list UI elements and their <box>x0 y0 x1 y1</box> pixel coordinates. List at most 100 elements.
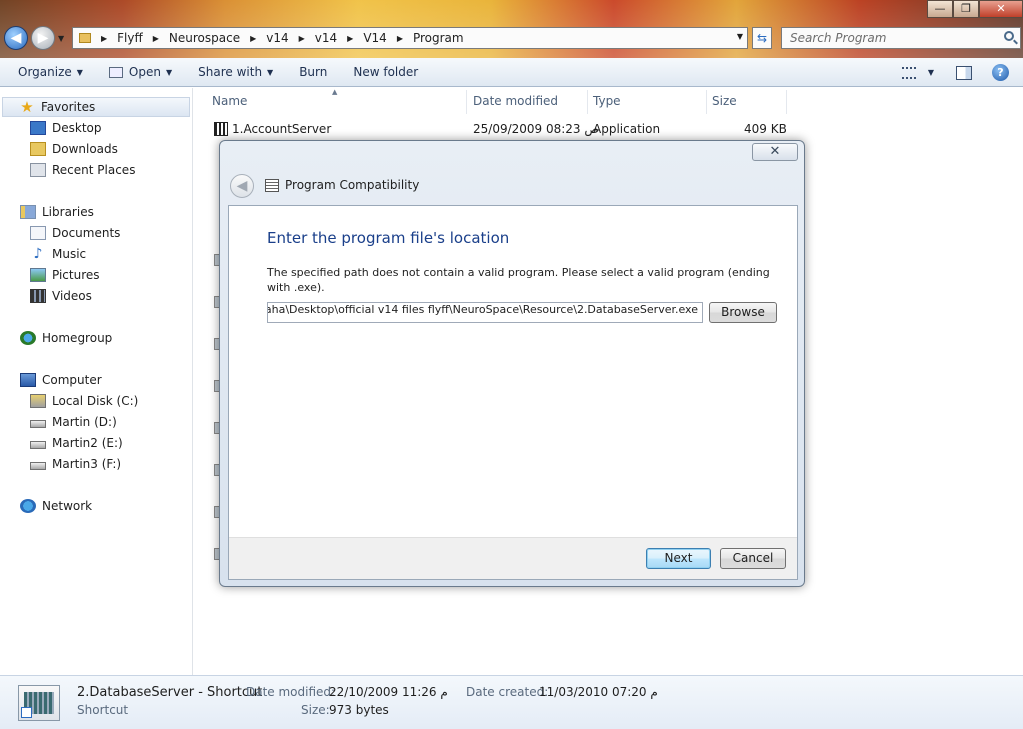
nav-favorites[interactable]: ★ Favorites <box>2 97 190 117</box>
window-controls: — ❐ ✕ <box>927 0 1023 18</box>
program-path-input[interactable]: \Taha\Desktop\official v14 files flyff\N… <box>267 302 703 323</box>
maximize-button[interactable]: ❐ <box>953 0 979 18</box>
nav-homegroup[interactable]: Homegroup <box>20 328 112 348</box>
nav-martin-d[interactable]: Martin (D:) <box>30 412 117 432</box>
new-folder-button[interactable]: New folder <box>353 65 418 79</box>
column-divider[interactable] <box>706 90 707 114</box>
drive-icon <box>30 462 46 470</box>
burn-button[interactable]: Burn <box>299 65 327 79</box>
dialog-close-button[interactable]: ✕ <box>752 143 798 161</box>
column-header-name[interactable]: Name <box>212 94 247 108</box>
organize-menu[interactable]: Organize ▼ <box>18 65 83 79</box>
file-row[interactable]: 1.AccountServer 25/09/2009 08:23 ص Appli… <box>210 120 810 140</box>
chevron-down-icon[interactable]: ▼ <box>928 68 934 77</box>
help-icon[interactable]: ? <box>992 64 1009 81</box>
chevron-right-icon[interactable]: ▶ <box>397 34 403 43</box>
address-dropdown-icon[interactable]: ▼ <box>737 32 743 41</box>
chevron-right-icon[interactable]: ▶ <box>250 34 256 43</box>
nav-network[interactable]: Network <box>20 496 92 516</box>
browse-button[interactable]: Browse <box>709 302 777 323</box>
preview-pane-icon[interactable] <box>956 65 972 80</box>
program-compatibility-dialog: ✕ ◀ Program Compatibility Enter the prog… <box>219 140 805 587</box>
file-date-modified: 25/09/2009 08:23 ص <box>473 122 599 136</box>
chevron-right-icon[interactable]: ▶ <box>299 34 305 43</box>
nav-local-disk-label: Local Disk (C:) <box>52 394 139 408</box>
nav-favorites-label: Favorites <box>41 100 96 114</box>
address-bar[interactable]: ▶ Flyff ▶ Neurospace ▶ v14 ▶ v14 ▶ V14 ▶… <box>72 27 748 49</box>
local-disk-icon <box>30 394 46 408</box>
nav-desktop[interactable]: Desktop <box>30 118 102 138</box>
recent-pages-dropdown[interactable]: ▼ <box>58 34 64 43</box>
organize-label: Organize <box>18 65 72 79</box>
desktop-icon <box>30 121 46 135</box>
column-header-size[interactable]: Size <box>712 94 737 108</box>
nav-videos[interactable]: Videos <box>30 286 92 306</box>
nav-libraries[interactable]: Libraries <box>20 202 94 222</box>
cancel-button[interactable]: Cancel <box>720 548 786 569</box>
nav-martin-d-label: Martin (D:) <box>52 415 117 429</box>
breadcrumb-v14-c[interactable]: V14 <box>363 31 386 45</box>
nav-computer[interactable]: Computer <box>20 370 102 390</box>
breadcrumb-flyff[interactable]: Flyff <box>117 31 143 45</box>
network-icon <box>20 499 36 513</box>
forward-button[interactable]: ▶ <box>31 26 55 50</box>
drive-icon <box>30 441 46 449</box>
star-icon: ★ <box>20 98 34 116</box>
breadcrumb-v14-a[interactable]: v14 <box>266 31 288 45</box>
file-name: 1.AccountServer <box>232 122 332 136</box>
next-button[interactable]: Next <box>646 548 711 569</box>
chevron-right-icon[interactable]: ▶ <box>101 34 107 43</box>
refresh-button[interactable]: ⇆ <box>752 27 772 49</box>
details-pane: 2.DatabaseServer - Shortcut Shortcut Dat… <box>0 675 1023 729</box>
column-header-date-modified[interactable]: Date modified <box>473 94 558 108</box>
nav-recent-places[interactable]: Recent Places <box>30 160 135 180</box>
nav-documents[interactable]: Documents <box>30 223 120 243</box>
nav-martin3-f[interactable]: Martin3 (F:) <box>30 454 121 474</box>
navigation-pane: ★ Favorites Desktop Downloads Recent Pla… <box>0 88 193 675</box>
nav-martin2-e[interactable]: Martin2 (E:) <box>30 433 123 453</box>
close-button[interactable]: ✕ <box>979 0 1023 18</box>
change-view-icon[interactable] <box>901 66 916 79</box>
nav-libraries-label: Libraries <box>42 205 94 219</box>
dialog-back-button[interactable]: ◀ <box>230 174 254 198</box>
chevron-right-icon[interactable]: ▶ <box>347 34 353 43</box>
videos-icon <box>30 289 46 303</box>
column-divider[interactable] <box>587 90 588 114</box>
nav-pictures[interactable]: Pictures <box>30 265 100 285</box>
chevron-down-icon: ▼ <box>267 67 274 77</box>
nav-music[interactable]: ♪ Music <box>30 244 87 264</box>
recent-places-icon <box>30 163 46 177</box>
details-size-label: Size: <box>301 703 330 717</box>
column-header-type[interactable]: Type <box>593 94 621 108</box>
dialog-content: Enter the program file's location The sp… <box>228 205 798 580</box>
nav-local-disk-c[interactable]: Local Disk (C:) <box>30 391 138 411</box>
details-date-created-label: Date created: <box>466 685 549 699</box>
refresh-icon: ⇆ <box>756 31 768 45</box>
dialog-message: The specified path does not contain a va… <box>267 266 770 294</box>
shortcut-thumbnail-icon <box>18 685 60 721</box>
open-menu[interactable]: Open ▼ <box>108 65 173 79</box>
breadcrumb-program[interactable]: Program <box>413 31 464 45</box>
share-with-menu[interactable]: Share with ▼ <box>198 65 273 79</box>
back-button[interactable]: ◀ <box>4 26 28 50</box>
file-type: Application <box>593 122 661 136</box>
nav-homegroup-label: Homegroup <box>42 331 113 345</box>
breadcrumb-v14-b[interactable]: v14 <box>315 31 337 45</box>
column-divider[interactable] <box>786 90 787 114</box>
chevron-right-icon[interactable]: ▶ <box>153 34 159 43</box>
search-input[interactable]: Search Program <box>781 27 1021 49</box>
arrow-left-icon: ◀ <box>236 178 248 194</box>
search-placeholder: Search Program <box>790 31 887 45</box>
breadcrumb-neurospace[interactable]: Neurospace <box>169 31 240 45</box>
column-divider[interactable] <box>466 90 467 114</box>
minimize-button[interactable]: — <box>927 0 953 18</box>
chevron-down-icon: ▼ <box>76 67 83 77</box>
details-size: 973 bytes <box>329 703 389 717</box>
libraries-icon <box>20 205 36 219</box>
search-icon[interactable] <box>1004 31 1014 41</box>
nav-downloads[interactable]: Downloads <box>30 139 118 159</box>
chevron-down-icon: ▼ <box>165 67 173 77</box>
nav-martin2-e-label: Martin2 (E:) <box>52 436 123 450</box>
computer-icon <box>20 373 36 387</box>
program-path-value: \Taha\Desktop\official v14 files flyff\N… <box>267 303 698 316</box>
